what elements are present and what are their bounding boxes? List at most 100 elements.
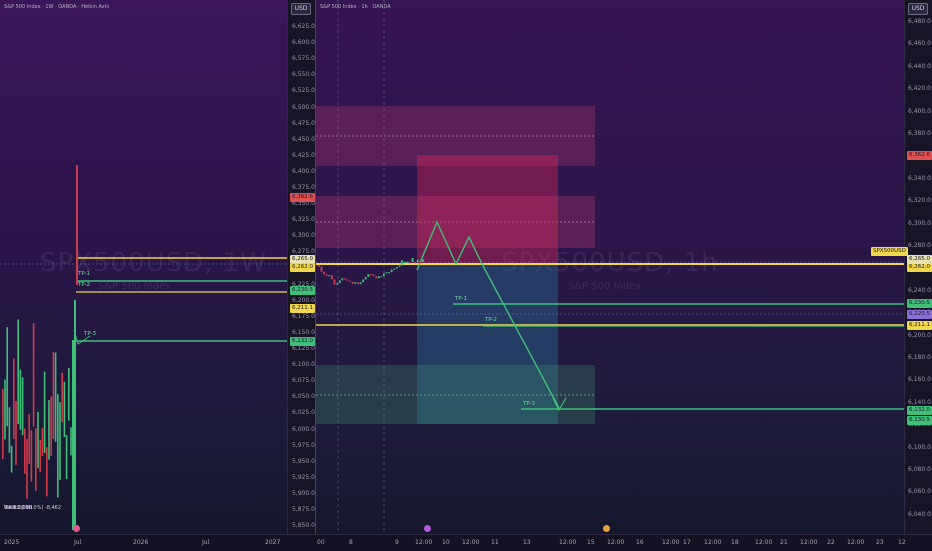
candle [354,282,357,284]
hourly-price-axis[interactable]: USD 6,480.0 6,460.0 6,440.0 6,420.0 6,400.0 6… [871,0,932,534]
candle [351,281,354,284]
time-tick-label: 12:00 [607,539,625,546]
candle [30,430,33,482]
candle [35,428,37,491]
candle [341,278,344,281]
price-tick-label: 6,420.0 [908,85,931,93]
price-tick-label: 6,280.0 [908,242,931,249]
price-tick-label: 6,100.0 [908,443,931,451]
candle [46,447,48,497]
price-level-label: 6,132.0 [290,337,315,346]
candle [19,369,22,430]
price-level-label: 6,220.5 [907,310,932,319]
candle [24,428,26,474]
price-tick-label: 6,000.0 [292,425,315,433]
candle [385,272,388,274]
candle [414,262,416,264]
candle [43,371,46,453]
candle [333,279,336,285]
price-tick-label: 5,975.0 [292,441,315,449]
price-tick-label: 6,425.0 [292,151,315,159]
time-tick-label: 12:00 [704,539,722,546]
price-tick-label: 6,440.0 [908,62,931,70]
weekly-currency-button[interactable]: USD [291,3,311,15]
time-tick-label: 2027 [265,539,281,546]
candle [52,352,55,439]
weekly-chart-pane[interactable]: S&P 500 Index · 1W · OANDA · Heikin Ashi… [0,0,287,534]
price-level-label: 6,362.6 [907,151,932,160]
candle [364,276,367,280]
time-tick-label: 15 [587,539,595,546]
price-tick-label: 6,475.0 [292,119,315,127]
price-level-label: 6,262.0 [290,263,315,272]
candle [383,273,385,277]
price-tick-label: 6,100.0 [292,361,315,369]
weekly-candles-canvas [0,165,287,530]
time-tick-label: Jul [74,539,82,546]
hourly-candles-canvas [316,0,904,534]
candle [419,262,422,264]
price-tick-label: 6,625.0 [292,23,315,30]
candle [403,261,406,264]
earnings-icon[interactable] [603,525,610,532]
time-tick-label: 10 [442,539,450,546]
hourly-currency-button[interactable]: USD [908,3,928,15]
time-tick-label: 16 [636,539,644,546]
tp2-label: TP-2 [485,317,498,323]
candle [59,402,61,480]
candle [10,445,13,473]
time-tick-label: 17 [683,539,691,546]
candle [372,274,375,277]
stop-loss-zone [417,155,558,265]
measure-volume: Vol 3.38 M [4,505,31,511]
candle [325,274,328,277]
weekly-price-axis[interactable]: USD 6,625.0 6,600.0 6,575.0 6,550.0 6,525.0 6… [287,0,316,534]
candle [396,267,398,269]
candle [68,368,70,421]
candle [8,407,11,453]
price-tick-label: 6,400.0 [908,107,931,115]
price-tick-label: 6,140.0 [908,398,931,406]
price-tick-label: 6,340.0 [908,174,931,182]
time-tick-label: 12:00 [559,539,577,546]
price-tick-label: 5,850.0 [292,522,315,530]
price-tick-label: 6,175.0 [292,312,315,320]
tp1-label: TP-1 [78,271,91,277]
candle [338,280,341,284]
price-tick-label: 5,900.0 [292,489,315,497]
time-tick-label: 23 [876,539,884,546]
candle [50,396,52,457]
event-icon[interactable] [73,525,80,532]
price-level-label: 6,211.1 [290,304,315,313]
price-tick-label: 6,080.0 [908,466,931,473]
time-tick-label: 12:00 [662,539,680,546]
price-tick-label: 6,375.0 [292,184,315,191]
candle [37,412,39,469]
candle [61,372,63,422]
price-tick-label: 6,575.0 [292,55,315,63]
time-tick-label: 2025 [4,539,20,546]
candle [54,352,57,442]
candle [336,283,338,285]
event-icon[interactable] [424,525,431,532]
candle [39,439,41,473]
candle [32,323,35,427]
price-tick-label: 5,925.0 [292,473,315,481]
candle [346,279,349,281]
time-tick-label: 12:00 [462,539,480,546]
candle [409,262,411,264]
candle [21,377,24,436]
price-tick-label: 6,075.0 [292,377,315,385]
time-tick-label: 11 [491,539,499,546]
candle [401,260,403,266]
price-tick-label: 6,050.0 [292,393,315,401]
tp3-label: TP-3 [84,331,97,337]
price-tick-label: 6,240.0 [908,286,931,294]
price-level-label: 6,211.1 [907,321,932,330]
price-tick-label: 6,150.0 [292,328,315,336]
candle [390,269,393,273]
price-tick-label: 6,380.0 [908,130,931,137]
candle [398,265,401,268]
hourly-chart-pane[interactable]: S&P 500 Index · 1h · OANDA SPX500USD, 1h… [316,0,904,534]
time-axis[interactable]: 2025 Jul 2026 Jul 2027 00 8 9 12:00 10 12:00 11 13 1… [0,534,932,551]
